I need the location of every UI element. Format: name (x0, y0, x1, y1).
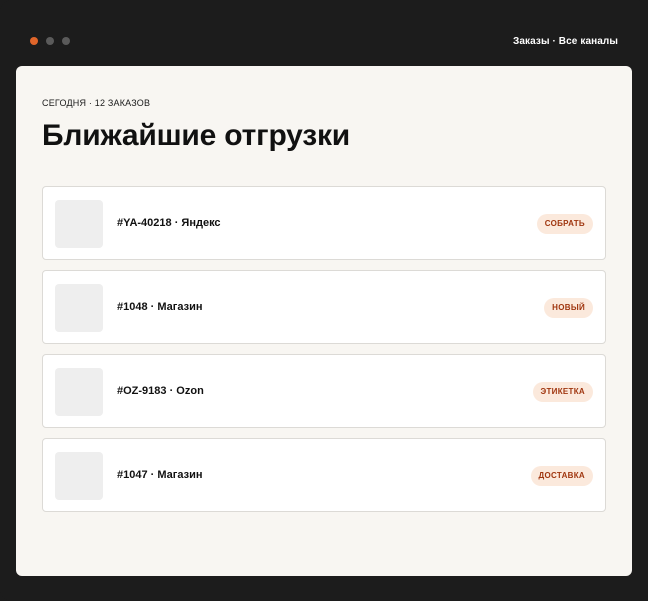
main-panel: СЕГОДНЯ · 12 ЗАКАЗОВ Ближайшие отгрузки … (16, 66, 632, 576)
order-thumbnail (55, 200, 103, 248)
order-thumbnail (55, 368, 103, 416)
window-controls (30, 37, 70, 45)
order-thumbnail (55, 284, 103, 332)
order-row[interactable]: #YA-40218 · Яндекс СОБРАТЬ (42, 186, 606, 260)
order-row[interactable]: #1048 · Магазин НОВЫЙ (42, 270, 606, 344)
close-dot-icon[interactable] (30, 37, 38, 45)
page-title: Ближайшие отгрузки (42, 119, 351, 152)
status-badge[interactable]: СОБРАТЬ (536, 214, 593, 234)
status-badge[interactable]: НОВЫЙ (544, 298, 593, 318)
status-badge[interactable]: ДОСТАВКА (530, 466, 593, 486)
breadcrumb[interactable]: Заказы · Все каналы (513, 36, 618, 47)
order-label: #1048 · Магазин (117, 301, 203, 313)
title-bar: Заказы · Все каналы (0, 0, 648, 66)
order-label: #1047 · Магазин (117, 469, 203, 481)
order-thumbnail (55, 452, 103, 500)
order-row[interactable]: #1047 · Магазин ДОСТАВКА (42, 438, 606, 512)
orders-list: #YA-40218 · Яндекс СОБРАТЬ #1048 · Магаз… (42, 186, 606, 522)
status-badge[interactable]: ЭТИКЕТКА (532, 382, 593, 402)
app-window: Заказы · Все каналы СЕГОДНЯ · 12 ЗАКАЗОВ… (0, 0, 648, 601)
orders-summary: СЕГОДНЯ · 12 ЗАКАЗОВ (42, 98, 151, 108)
minimize-dot-icon[interactable] (46, 37, 54, 45)
maximize-dot-icon[interactable] (62, 37, 70, 45)
order-row[interactable]: #OZ-9183 · Ozon ЭТИКЕТКА (42, 354, 606, 428)
order-label: #OZ-9183 · Ozon (117, 385, 204, 397)
order-label: #YA-40218 · Яндекс (117, 217, 221, 229)
